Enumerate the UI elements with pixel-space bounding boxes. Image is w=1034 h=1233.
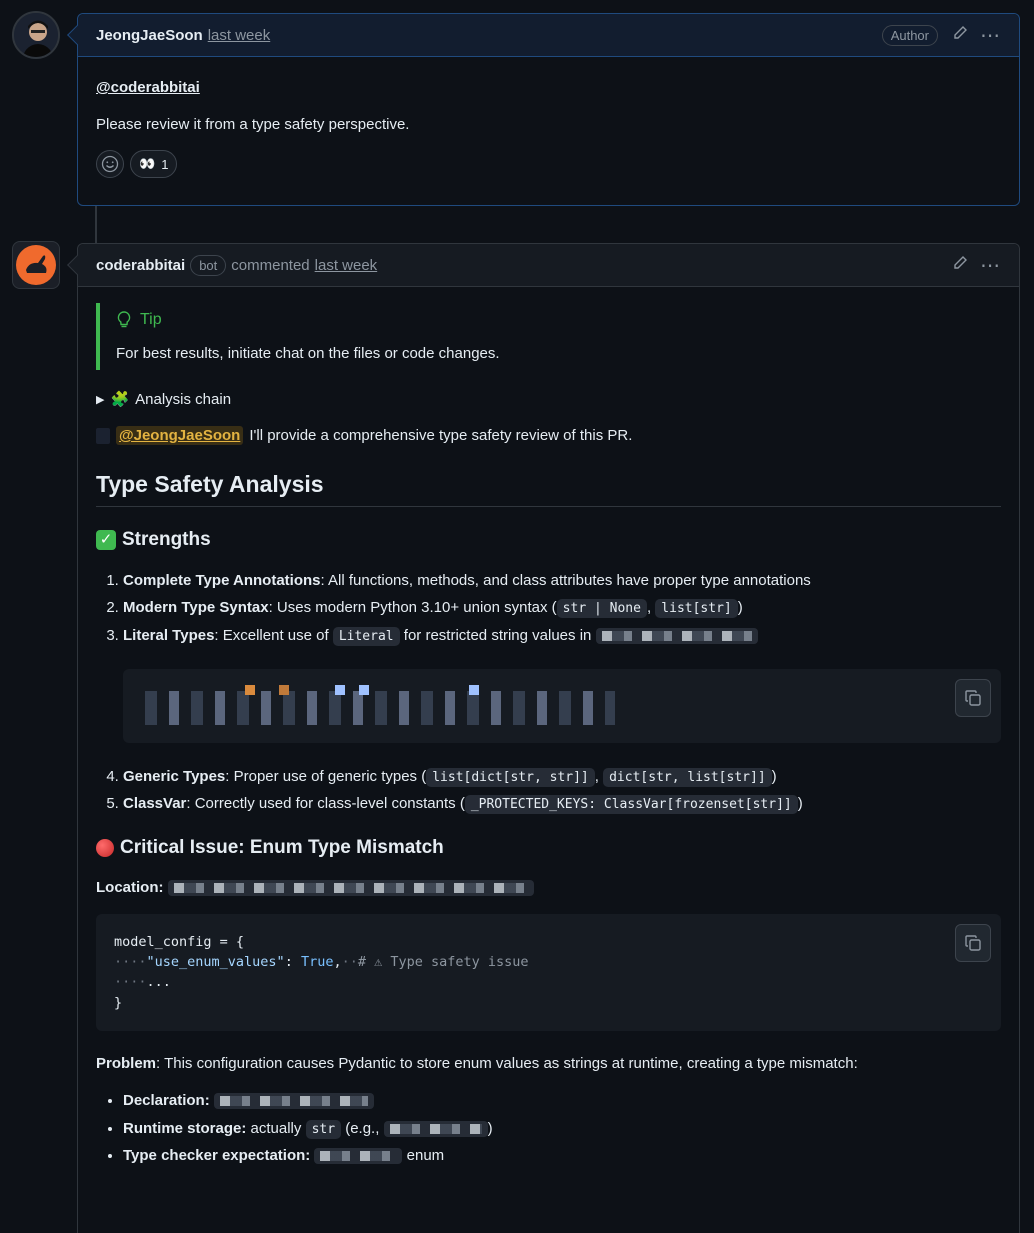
triangle-right-icon: ▶ <box>96 393 105 406</box>
comment-author[interactable]: JeongJaeSoon <box>96 27 203 44</box>
pencil-icon[interactable] <box>952 255 968 276</box>
analysis-chain-toggle[interactable]: ▶ 🧩 Analysis chain <box>96 390 1001 409</box>
eyes-reaction-button[interactable]: 👀 1 <box>130 150 178 178</box>
red-circle-icon <box>96 839 114 858</box>
mini-avatar <box>96 427 110 444</box>
redacted-text <box>595 627 758 644</box>
comment-text: Please review it from a type safety pers… <box>96 115 410 133</box>
puzzle-icon: 🧩 <box>110 391 130 408</box>
redacted-text <box>383 1120 488 1137</box>
comment-verb: commented <box>231 256 310 274</box>
comment-author[interactable]: coderabbitai <box>96 257 185 274</box>
timeline-connector <box>95 205 97 245</box>
problem-bullets: Declaration: Runtime storage: actually s… <box>96 1089 1001 1167</box>
copy-button[interactable] <box>955 923 991 962</box>
redacted-text <box>167 880 534 897</box>
add-reaction-button[interactable] <box>96 150 124 178</box>
mention-link[interactable]: @coderabbitai <box>96 79 200 96</box>
code-block: model_config = { ····"use_enum_values": … <box>96 913 1001 1031</box>
copy-icon <box>965 935 981 951</box>
analysis-heading: Type Safety Analysis <box>96 471 1001 507</box>
user-avatar[interactable] <box>12 11 60 59</box>
copy-icon <box>965 690 981 706</box>
lightbulb-icon <box>117 311 131 328</box>
redacted-code-block <box>123 668 1001 743</box>
bot-badge: bot <box>190 254 227 276</box>
copy-button[interactable] <box>955 678 991 717</box>
comment-timestamp[interactable]: last week <box>315 257 378 274</box>
strengths-list: Complete Type Annotations: All functions… <box>96 569 1001 647</box>
location-label: Location: <box>96 879 164 897</box>
list-item: Declaration: <box>123 1089 1001 1112</box>
author-badge: Author <box>881 24 938 46</box>
bot-avatar[interactable] <box>12 241 60 289</box>
list-item: Literal Types: Excellent use of Literal … <box>123 624 1001 647</box>
list-item: Runtime storage: actually str (e.g., ) <box>123 1117 1001 1140</box>
list-item: ClassVar: Correctly used for class-level… <box>123 792 1001 815</box>
intro-text: I'll provide a comprehensive type safety… <box>249 427 633 444</box>
smiley-icon <box>101 155 119 173</box>
list-item: Modern Type Syntax: Uses modern Python 3… <box>123 596 1001 619</box>
redacted-text <box>314 1147 403 1164</box>
comment-coderabbitai: coderabbitai bot commented last week ⋯ T… <box>67 243 1020 1233</box>
strengths-heading: Strengths <box>122 529 211 550</box>
analysis-chain-label: Analysis chain <box>135 390 232 408</box>
comment-header: JeongJaeSoon last week Author ⋯ <box>78 14 1019 57</box>
tip-callout: Tip For best results, initiate chat on t… <box>96 303 1001 370</box>
strengths-list-continued: Generic Types: Proper use of generic typ… <box>96 765 1001 816</box>
critical-heading: Critical Issue: Enum Type Mismatch <box>120 837 444 859</box>
redacted-text <box>213 1093 374 1110</box>
list-item: Complete Type Annotations: All functions… <box>123 569 1001 592</box>
eyes-icon: 👀 <box>139 156 156 171</box>
kebab-menu-icon[interactable]: ⋯ <box>980 253 1001 278</box>
comment-timestamp[interactable]: last week <box>208 27 271 44</box>
pencil-icon[interactable] <box>952 25 968 46</box>
list-item: Type checker expectation: enum <box>123 1144 1001 1167</box>
tip-title: Tip <box>140 311 162 328</box>
tip-text: For best results, initiate chat on the f… <box>116 345 500 362</box>
reaction-count: 1 <box>161 156 169 172</box>
list-item: Generic Types: Proper use of generic typ… <box>123 765 1001 788</box>
comment-header: coderabbitai bot commented last week ⋯ <box>78 244 1019 287</box>
kebab-menu-icon[interactable]: ⋯ <box>980 23 1001 48</box>
problem-paragraph: Problem: This configuration causes Pydan… <box>96 1054 858 1072</box>
check-mark-icon: ✓ <box>96 530 116 550</box>
mention-link[interactable]: @JeongJaeSoon <box>116 426 244 445</box>
comment-jeongjaesoon: JeongJaeSoon last week Author ⋯ @coderab… <box>67 13 1020 206</box>
